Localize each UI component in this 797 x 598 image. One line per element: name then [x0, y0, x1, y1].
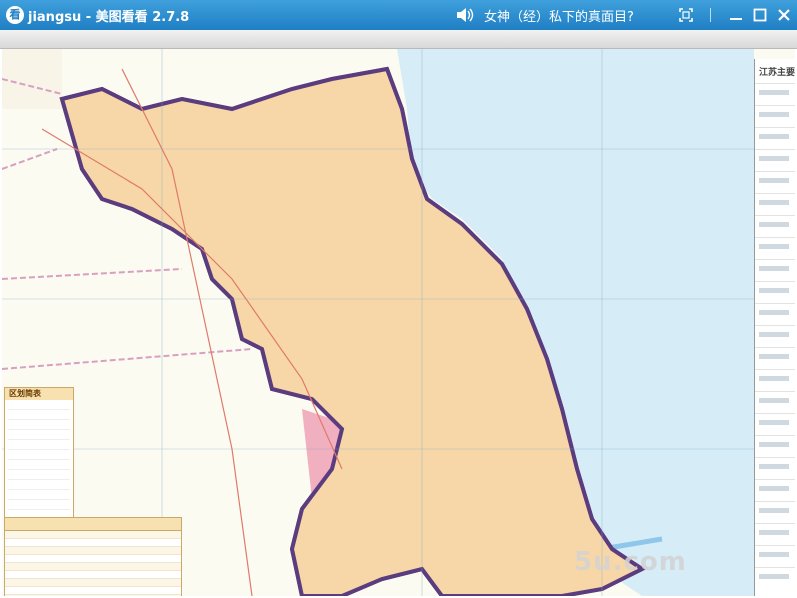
map-side-info-panel: 江苏主要: [754, 59, 795, 596]
viewer-window: 看 jiangsu - 美图看看 2.7.8 女神（经）私下的真面目? 区划简表…: [0, 0, 797, 598]
toolbar-strip: [0, 30, 797, 49]
image-viewport[interactable]: 区划简表 江苏主要 5u.com: [2, 49, 795, 596]
watermark-text: 5u.com: [574, 547, 687, 577]
titlebar-separator: [710, 8, 711, 22]
map-statistics-table: [4, 517, 182, 596]
close-icon[interactable]: [774, 5, 794, 25]
title-bar[interactable]: 看 jiangsu - 美图看看 2.7.8 女神（经）私下的真面目?: [0, 0, 797, 30]
legend-title: 区划简表: [5, 388, 73, 400]
app-logo-icon: 看: [6, 6, 24, 24]
maximize-icon[interactable]: [750, 5, 770, 25]
jiangsu-map-image: [2, 49, 795, 596]
minimize-icon[interactable]: [726, 5, 746, 25]
side-panel-title: 江苏主要: [759, 68, 795, 78]
ad-headline-link[interactable]: 女神（经）私下的真面目?: [484, 6, 634, 25]
fullscreen-icon[interactable]: [676, 5, 696, 25]
window-title: jiangsu - 美图看看 2.7.8: [28, 10, 190, 25]
speaker-icon[interactable]: [456, 7, 474, 23]
